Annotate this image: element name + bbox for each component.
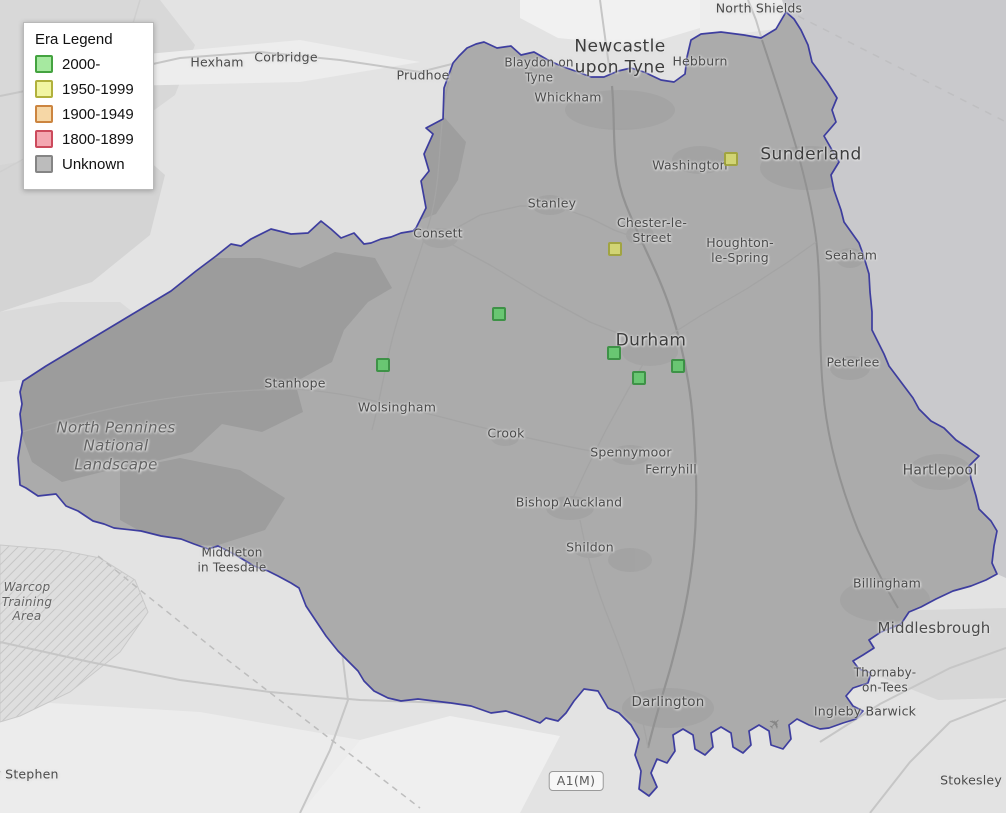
- legend-swatch: [35, 155, 53, 173]
- era-marker[interactable]: [632, 371, 646, 385]
- legend-label: Unknown: [62, 156, 125, 173]
- era-legend: Era Legend 2000- 1950-1999 1900-1949 1800-1…: [23, 22, 154, 190]
- legend-label: 1950-1999: [62, 81, 134, 98]
- legend-item: 1800-1899: [35, 130, 143, 148]
- era-marker[interactable]: [376, 358, 390, 372]
- map-canvas[interactable]: North ShieldsNewcastle upon TyneHexhamCo…: [0, 0, 1006, 813]
- legend-item: 1900-1949: [35, 105, 143, 123]
- legend-swatch: [35, 80, 53, 98]
- legend-label: 1900-1949: [62, 106, 134, 123]
- legend-label: 2000-: [62, 56, 100, 73]
- road-shield-a1m: A1(M): [549, 771, 604, 791]
- era-marker[interactable]: [492, 307, 506, 321]
- legend-swatch: [35, 55, 53, 73]
- era-marker[interactable]: [724, 152, 738, 166]
- era-marker[interactable]: [608, 242, 622, 256]
- legend-item: Unknown: [35, 155, 143, 173]
- legend-items: 2000- 1950-1999 1900-1949 1800-1899 Unknown: [35, 55, 143, 173]
- legend-swatch: [35, 130, 53, 148]
- legend-title: Era Legend: [35, 31, 143, 48]
- legend-label: 1800-1899: [62, 131, 134, 148]
- era-marker[interactable]: [607, 346, 621, 360]
- legend-swatch: [35, 105, 53, 123]
- legend-item: 1950-1999: [35, 80, 143, 98]
- era-marker[interactable]: [671, 359, 685, 373]
- legend-item: 2000-: [35, 55, 143, 73]
